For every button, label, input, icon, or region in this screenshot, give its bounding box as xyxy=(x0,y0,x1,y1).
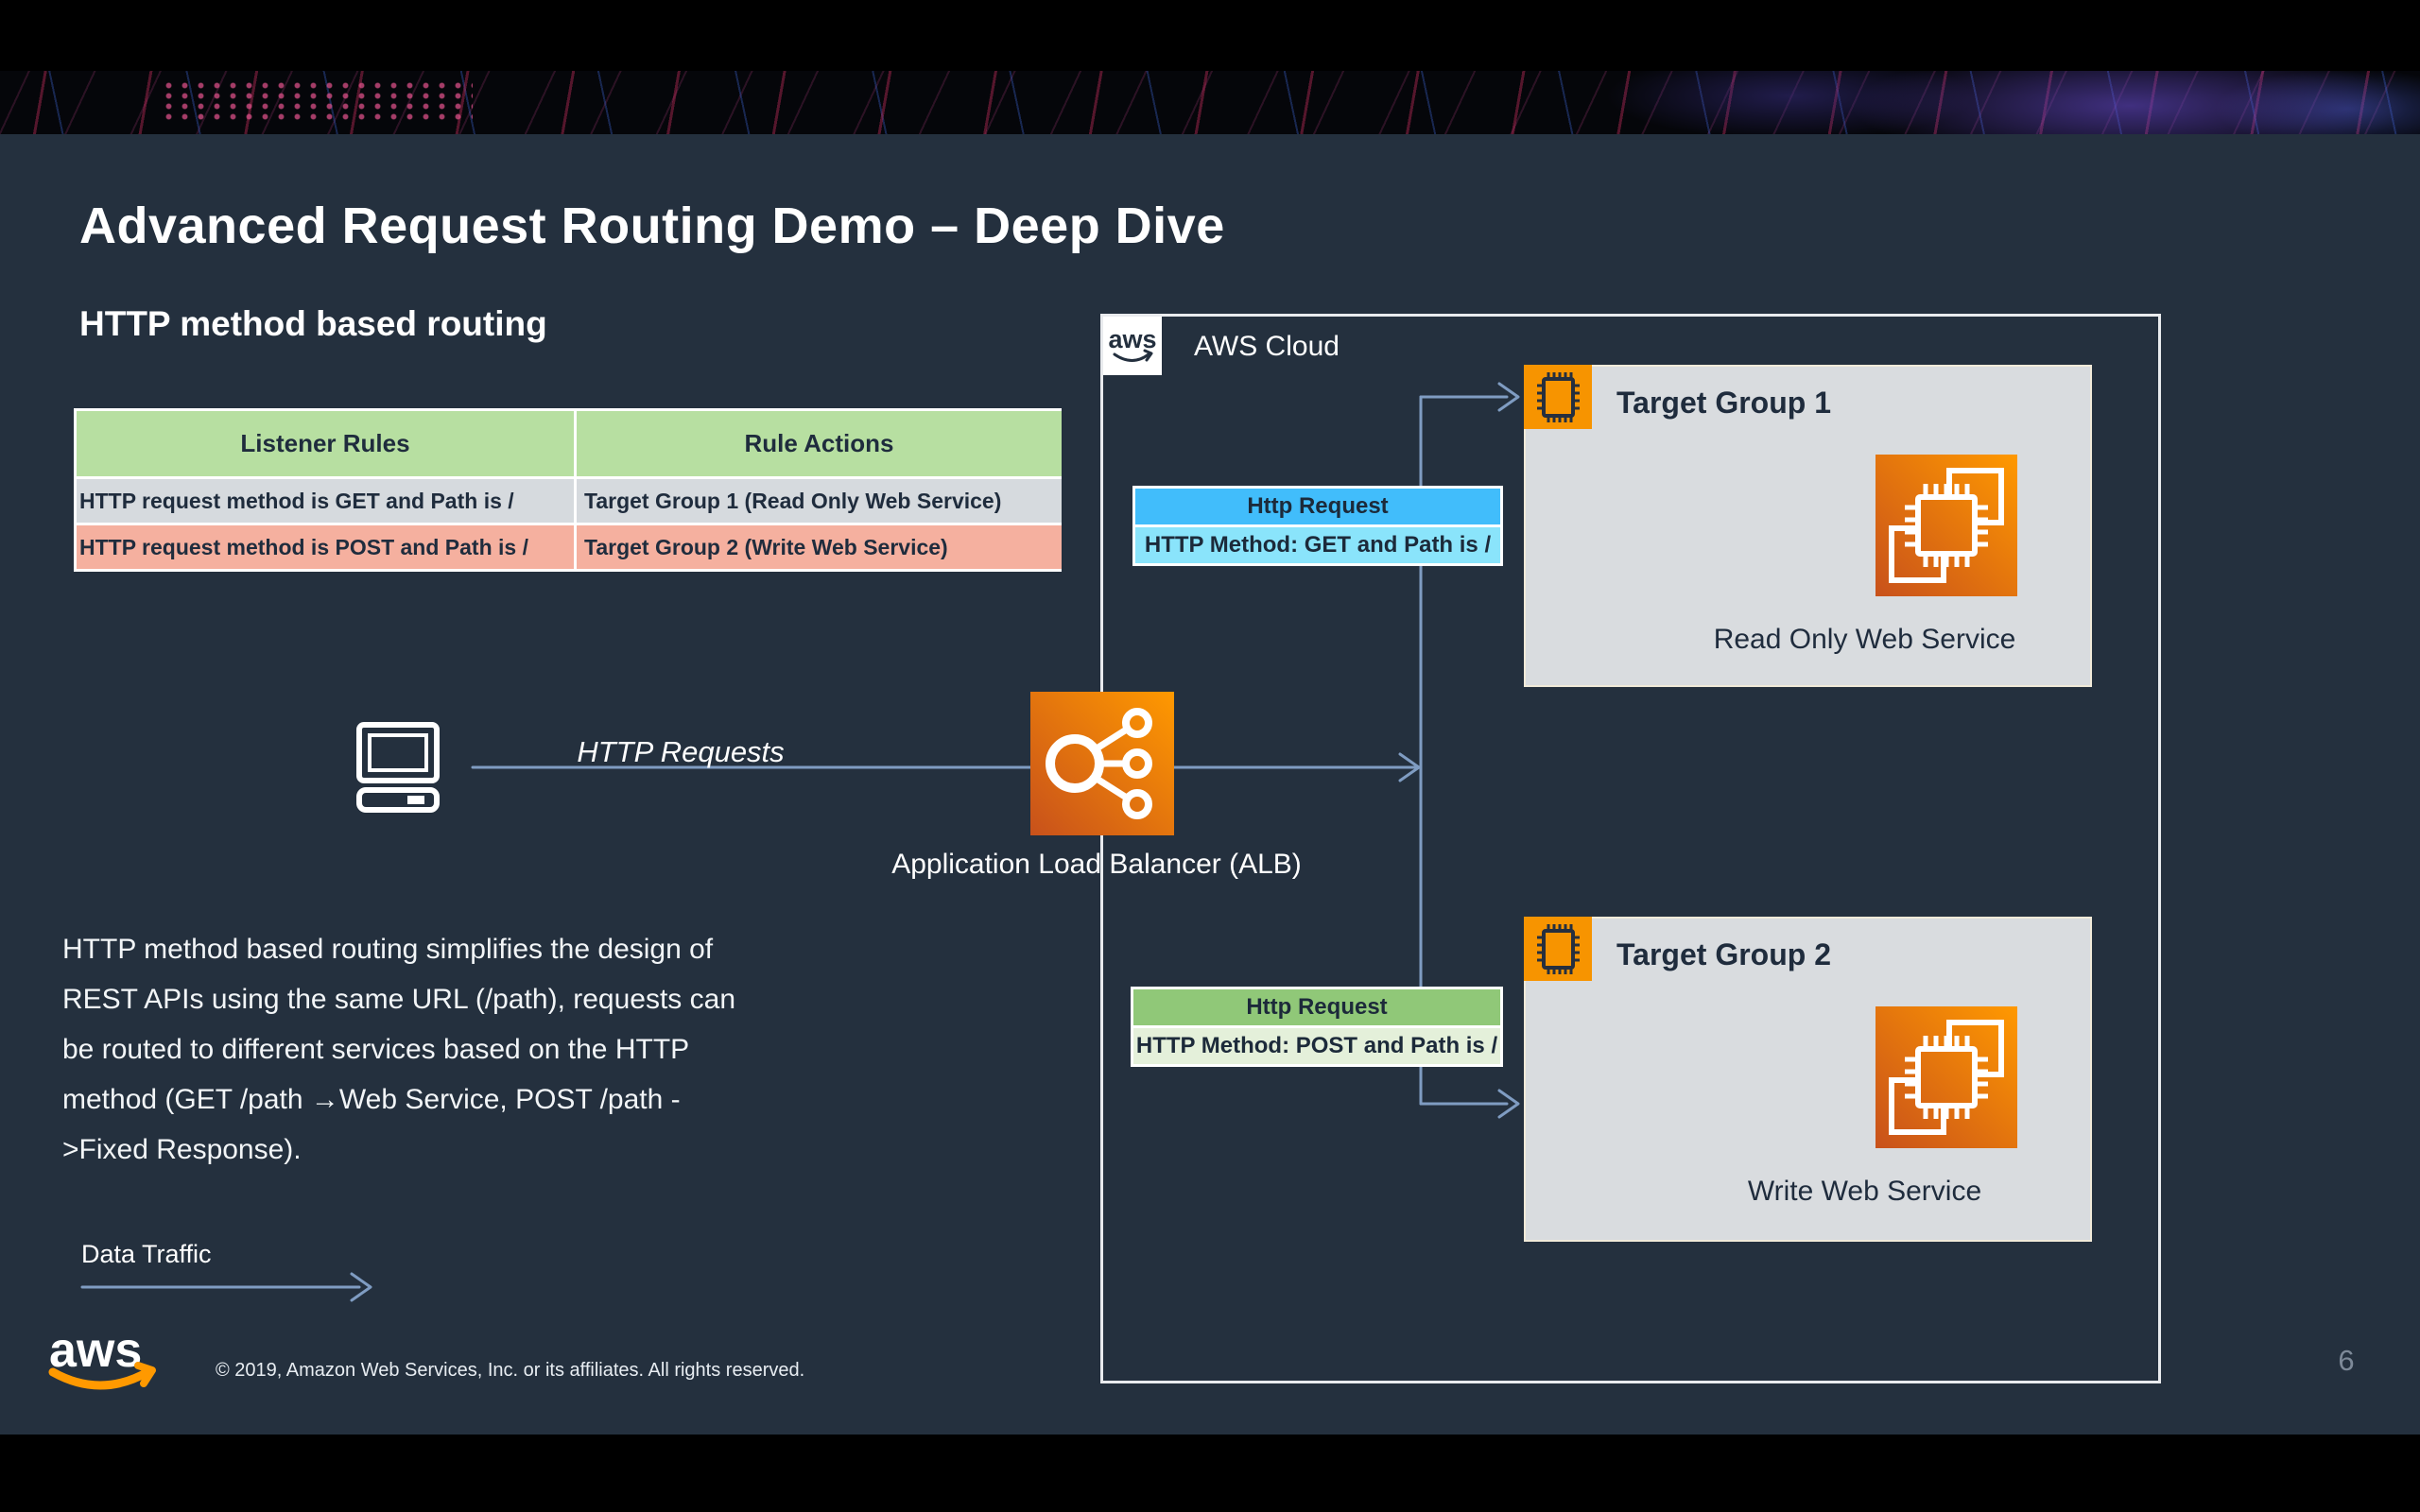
svg-text:aws: aws xyxy=(49,1323,142,1378)
action-cell-target-group-2: Target Group 2 (Write Web Service) xyxy=(577,525,1062,569)
table-header-rule-actions: Rule Actions xyxy=(577,411,1062,476)
http-post-request-detail: HTTP Method: POST and Path is / xyxy=(1133,1028,1500,1064)
ec2-instances-icon xyxy=(1876,1006,2017,1148)
alb-label: Application Load Balancer (ALB) xyxy=(870,849,1323,881)
rule-cell-post: HTTP request method is POST and Path is … xyxy=(77,525,574,569)
client-computer-icon xyxy=(355,722,450,813)
http-requests-label: HTTP Requests xyxy=(473,735,889,769)
http-get-request-detail: HTTP Method: GET and Path is / xyxy=(1135,527,1500,563)
rules-table: Listener Rules Rule Actions HTTP request… xyxy=(74,408,1062,572)
target-group-1-box: Target Group 1 Read Only Web xyxy=(1524,365,2092,687)
banner-image xyxy=(0,71,2420,134)
page-title: Advanced Request Routing Demo – Deep Div… xyxy=(79,197,1225,255)
slide-body: Advanced Request Routing Demo – Deep Div… xyxy=(0,134,2420,1435)
table-header-listener-rules: Listener Rules xyxy=(77,411,574,476)
page-number: 6 xyxy=(2318,1344,2375,1378)
http-post-request-title: Http Request xyxy=(1133,989,1500,1025)
aws-cloud-label: AWS Cloud xyxy=(1194,331,1340,363)
http-get-request-title: Http Request xyxy=(1135,489,1500,524)
ec2-instances-icon xyxy=(1876,455,2017,596)
action-cell-target-group-1: Target Group 1 (Read Only Web Service) xyxy=(577,479,1062,523)
rule-cell-get: HTTP request method is GET and Path is / xyxy=(77,479,574,523)
target-group-2-title: Target Group 2 xyxy=(1616,937,1831,972)
data-traffic-arrowhead xyxy=(352,1274,371,1300)
target-group-1-title: Target Group 1 xyxy=(1616,386,1831,421)
copyright: © 2019, Amazon Web Services, Inc. or its… xyxy=(216,1360,804,1382)
http-get-request-box: Http Request HTTP Method: GET and Path i… xyxy=(1132,486,1503,566)
body-text: HTTP method based routing simplifies the… xyxy=(62,924,951,1175)
write-service-label: Write Web Service xyxy=(1639,1176,2090,1208)
http-post-request-box: Http Request HTTP Method: POST and Path … xyxy=(1131,987,1503,1067)
target-group-icon xyxy=(1524,365,1592,429)
alb-icon xyxy=(1030,692,1174,835)
target-group-icon xyxy=(1524,917,1592,981)
svg-text:aws: aws xyxy=(1108,325,1156,353)
page-subtitle: HTTP method based routing xyxy=(79,304,547,344)
aws-cloud-logo-icon: aws xyxy=(1103,317,1162,375)
banner-dots-decoration xyxy=(161,80,473,124)
slide: Advanced Request Routing Demo – Deep Div… xyxy=(0,0,2420,1512)
aws-logo: aws xyxy=(45,1323,173,1399)
data-traffic-label: Data Traffic xyxy=(81,1240,212,1269)
target-group-2-box: Target Group 2 Write Web Serv xyxy=(1524,917,2092,1242)
read-only-service-label: Read Only Web Service xyxy=(1639,624,2090,656)
